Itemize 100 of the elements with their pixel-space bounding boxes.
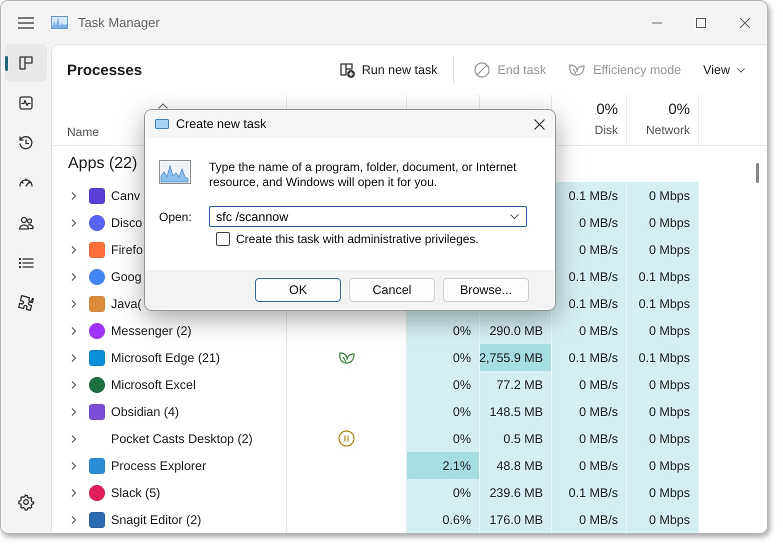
blocked-icon — [474, 62, 490, 78]
chevron-icon[interactable] — [70, 434, 78, 444]
process-name: Firefo — [111, 242, 143, 256]
table-cell: 0 Mbps — [627, 398, 699, 425]
chevron-icon[interactable] — [70, 298, 78, 308]
group-header: Apps (22) — [68, 155, 138, 173]
chevron-icon[interactable] — [70, 406, 78, 416]
table-cell: 0 Mbps — [627, 209, 699, 236]
process-name: Snagit Editor (2) — [111, 512, 202, 526]
history-icon — [17, 134, 35, 152]
scrollbar-thumb[interactable] — [756, 163, 759, 183]
app-icon — [155, 119, 169, 129]
chevron-icon[interactable] — [70, 488, 78, 498]
open-label: Open: — [159, 210, 193, 224]
process-name: Java( — [111, 296, 142, 310]
checkbox-label: Create this task with administrative privileges. — [236, 232, 479, 246]
maximize-icon[interactable] — [696, 18, 706, 28]
process-name: Microsoft Excel — [111, 378, 196, 392]
process-name: Slack (5) — [111, 486, 160, 500]
chevron-icon[interactable] — [70, 514, 78, 524]
pause-icon — [338, 430, 355, 447]
chevron-icon[interactable] — [70, 218, 78, 228]
column-header[interactable]: Name — [67, 125, 100, 139]
toolbar-button[interactable]: View — [695, 59, 753, 81]
table-cell: 2.1% — [407, 452, 480, 479]
table-cell: 0.1 Mbps — [627, 344, 699, 371]
checkbox[interactable] — [216, 232, 230, 246]
column-header[interactable]: Network — [646, 123, 690, 137]
close-icon[interactable] — [534, 118, 545, 130]
table-cell: 48.8 MB — [480, 452, 552, 479]
table-cell: 290.0 MB — [480, 317, 552, 344]
table-cell: 0.6% — [407, 506, 480, 533]
chevron-icon[interactable] — [70, 190, 78, 200]
table-cell: 0% — [407, 317, 480, 344]
table-cell: 239.6 MB — [480, 479, 552, 506]
chevron-icon[interactable] — [70, 272, 78, 282]
process-name: Obsidian (4) — [111, 404, 180, 418]
close-icon[interactable] — [740, 18, 750, 28]
table-cell: 0 Mbps — [627, 479, 699, 506]
table-cell: 0% — [407, 371, 480, 398]
users-icon — [17, 214, 35, 232]
table-cell: 0.5 MB — [480, 425, 552, 452]
settings-icon — [17, 493, 35, 511]
table-cell: 0% — [407, 344, 480, 371]
process-name: Pocket Casts Desktop (2) — [111, 432, 253, 446]
table-cell: 0.1 MB/s — [552, 344, 627, 371]
processes-icon — [17, 54, 35, 72]
table-cell: 0 Mbps — [627, 425, 699, 452]
chevron-icon[interactable] — [70, 460, 78, 470]
nav-item[interactable] — [5, 44, 47, 82]
table-cell: 0 MB/s — [552, 506, 627, 533]
chevron-icon[interactable] — [70, 326, 78, 336]
table-cell: 0.1 Mbps — [627, 290, 699, 317]
dialog-title: Create new task — [176, 117, 266, 131]
table-cell: 0% — [407, 398, 480, 425]
dialog-button[interactable]: Browse... — [443, 278, 529, 302]
chevron-icon[interactable] — [70, 244, 78, 254]
table-cell: 0.1 MB/s — [552, 479, 627, 506]
table-cell: 0 Mbps — [627, 506, 699, 533]
dialog-button[interactable]: Cancel — [349, 278, 435, 302]
chevron-icon[interactable] — [70, 352, 78, 362]
table-cell: 0% — [407, 425, 480, 452]
process-name: Process Explorer — [111, 458, 206, 472]
table-cell: 2,755.9 MB — [480, 344, 552, 371]
caret-icon[interactable] — [510, 214, 519, 219]
chart-window-icon — [159, 160, 191, 184]
table-cell: 0.1 Mbps — [627, 263, 699, 290]
table-cell: 0 Mbps — [627, 182, 699, 209]
table-cell: 77.2 MB — [480, 371, 552, 398]
table-cell: 0% — [407, 479, 480, 506]
menu-icon[interactable] — [18, 16, 34, 28]
dialog-message: Type the name of a program, folder, document, or Internet resource, and Windows will open it for you. — [209, 160, 518, 190]
table-cell: 0 Mbps — [627, 371, 699, 398]
process-name: Canv — [111, 188, 140, 202]
column-percent: 0% — [668, 101, 690, 118]
puzzle-icon — [17, 294, 35, 312]
table-cell: 148.5 MB — [480, 398, 552, 425]
column-header[interactable]: Disk — [594, 123, 618, 137]
table-cell: 0 Mbps — [627, 236, 699, 263]
page-title: Processes — [67, 62, 144, 78]
process-name: Microsoft Edge (21) — [111, 350, 220, 364]
dialog-button[interactable]: OK — [255, 278, 341, 302]
leaf-icon — [338, 350, 356, 366]
table-cell: 0.1 MB/s — [552, 290, 627, 317]
app-icon — [51, 16, 68, 29]
table-cell: 0 MB/s — [552, 398, 627, 425]
table-cell: 176.0 MB — [480, 506, 552, 533]
table-cell: 0 MB/s — [552, 317, 627, 344]
window-title: Task Manager — [78, 15, 160, 30]
chevron-icon[interactable] — [70, 380, 78, 390]
column-percent: 0% — [596, 101, 618, 118]
process-name: Messenger (2) — [111, 324, 192, 338]
leaf-icon — [568, 62, 586, 78]
run-task-icon — [338, 62, 355, 78]
toolbar-button[interactable]: Run new task — [330, 58, 446, 82]
table-cell: 0 Mbps — [627, 452, 699, 479]
caret-icon — [737, 68, 745, 72]
table-cell: 0 MB/s — [552, 425, 627, 452]
process-name: Goog — [111, 270, 142, 284]
open-combo-field[interactable]: sfc /scannow — [209, 206, 527, 227]
